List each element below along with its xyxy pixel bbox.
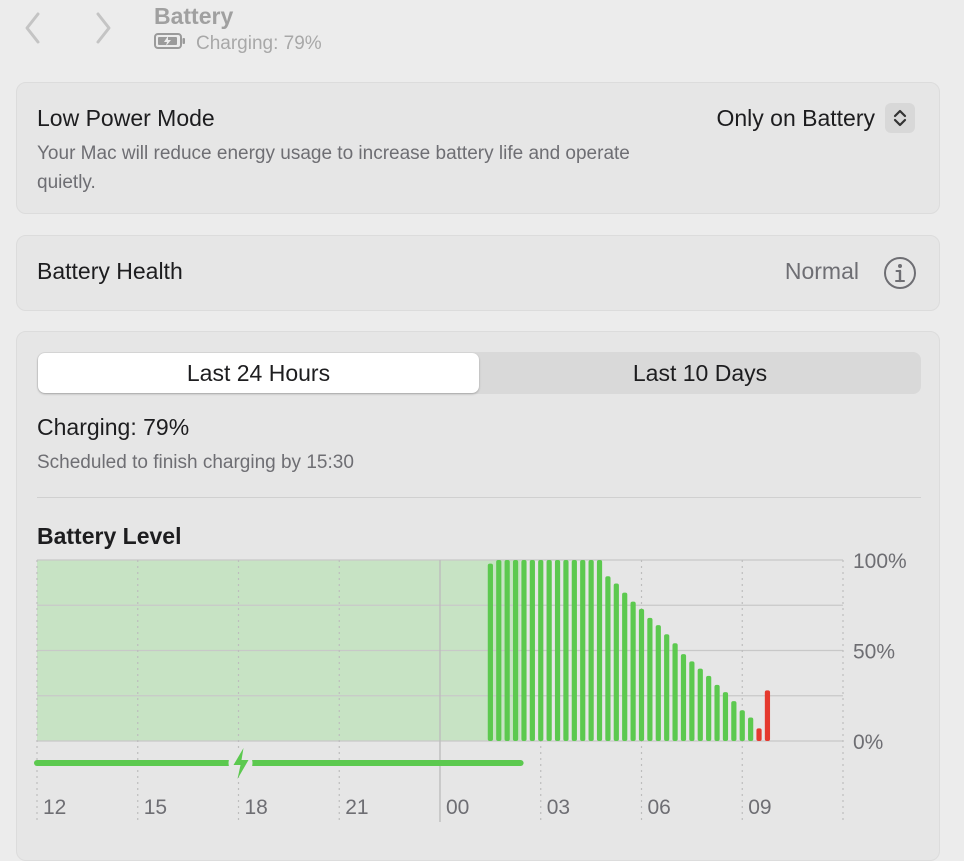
battery-bar [722,692,729,741]
low-power-mode-popup[interactable]: Only on Battery [716,103,915,133]
battery-bar [546,560,552,741]
battery-bar [638,608,645,741]
battery-bar [622,592,628,741]
low-power-mode-title: Low Power Mode [37,105,215,131]
battery-bar [647,617,653,741]
battery-bar [580,560,586,741]
battery-bar [496,560,502,741]
battery-bar [605,576,611,741]
x-tick-label: 03 [547,796,570,819]
battery-bar [697,668,703,741]
battery-bar [739,710,745,741]
battery-bar [756,728,762,741]
low-power-mode-description: Your Mac will reduce energy usage to inc… [37,143,630,193]
battery-bar [731,701,737,741]
battery-health-value: Normal [784,258,859,284]
battery-bar [664,634,670,741]
battery-bar [521,560,527,741]
battery-health-title: Battery Health [37,258,183,284]
low-power-mode-value: Only on Battery [716,104,875,131]
chevron-right-icon [96,12,111,44]
battery-bar [571,560,577,741]
x-tick-label: 09 [748,796,771,819]
battery-bar [538,560,544,741]
x-tick-label: 18 [245,796,268,819]
battery-bar [630,601,636,741]
chevron-up-down-icon [885,103,915,133]
battery-bar [706,675,712,741]
battery-bar [512,560,519,741]
x-tick-label: 15 [144,796,167,819]
forward-button[interactable] [86,10,122,46]
subtitle: Charging: 79% [154,32,322,56]
y-tick-label: 50% [853,641,895,664]
y-tick-label: 0% [853,731,883,754]
battery-bar [672,643,678,741]
y-tick-label: 100% [853,550,907,573]
battery-bar [680,654,687,741]
battery-bar [563,560,569,741]
battery-bar [613,583,619,741]
battery-bar [596,560,603,741]
title-block: Battery Charging: 79% [154,2,322,56]
info-icon[interactable] [883,256,917,295]
battery-bar [748,717,754,741]
battery-bar [588,560,594,741]
battery-bar [504,560,510,741]
battery-bar [529,560,535,741]
x-tick-label: 12 [43,796,66,819]
battery-charging-icon [154,32,186,56]
chevron-left-icon [25,12,40,44]
x-tick-label: 21 [345,796,368,819]
battery-bar [655,625,661,741]
low-power-mode-card: Low Power Mode Your Mac will reduce ener… [16,82,940,214]
battery-bar [764,690,771,741]
x-tick-label: 06 [648,796,671,819]
back-button[interactable] [14,10,50,46]
subtitle-text: Charging: 79% [196,33,322,54]
battery-bar [554,560,561,741]
battery-health-card: Battery Health Normal [16,235,940,311]
battery-bar [714,684,720,741]
page-title: Battery [154,3,234,29]
battery-level-chart: 0% 50% 100% 12 15 18 21 00 03 06 09 [34,550,907,822]
battery-bar [487,563,493,741]
battery-usage-card: Last 24 Hours Last 10 Days Charging: 79%… [16,331,940,861]
battery-bar [689,661,695,741]
x-tick-label: 00 [446,796,469,819]
